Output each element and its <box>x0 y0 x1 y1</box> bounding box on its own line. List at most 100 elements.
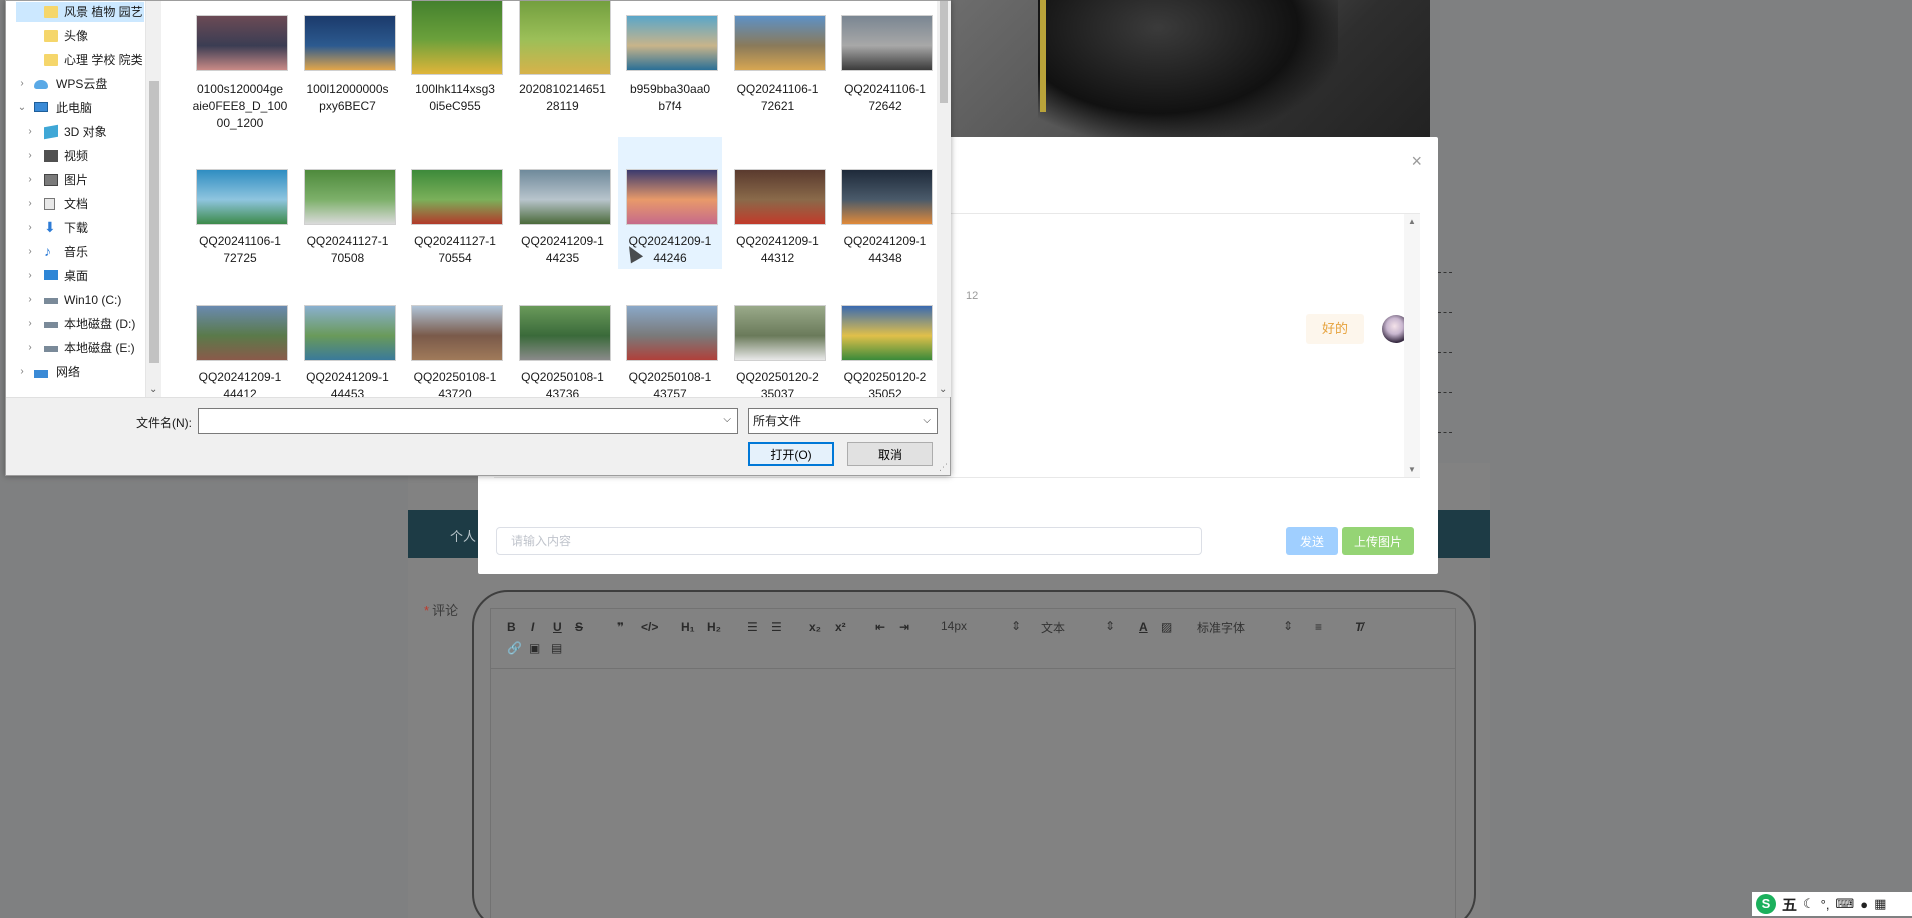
file-item[interactable]: QQ20241127-1 70554 <box>403 137 507 269</box>
nav-item[interactable]: › 本地磁盘 (D:) <box>16 314 144 334</box>
strikethrough-icon[interactable]: S <box>575 620 583 634</box>
cancel-button[interactable]: 取消 <box>847 442 933 466</box>
resize-grip-icon[interactable]: ⋰ <box>939 462 948 473</box>
upload-image-button[interactable]: 上传图片 <box>1342 527 1414 555</box>
nav-item[interactable]: › 图片 <box>16 170 144 190</box>
image-icon[interactable]: ▣ <box>529 641 540 655</box>
file-item[interactable]: QQ20241209-1 44453 <box>296 273 400 397</box>
outdent-icon[interactable]: ⇤ <box>875 620 885 634</box>
sogou-logo-icon[interactable]: S <box>1756 894 1776 914</box>
file-item[interactable]: QQ20250108-1 43757 <box>618 273 722 397</box>
file-item[interactable]: 100l12000000s pxy6BEC7 <box>296 1 400 127</box>
editor-content-area[interactable] <box>490 668 1456 918</box>
font-family-select[interactable]: 标准字体 <box>1197 619 1245 636</box>
chevron-down-icon[interactable]: ⌄ <box>149 384 157 395</box>
file-item[interactable]: QQ20241127-1 70508 <box>296 137 400 269</box>
subscript-icon[interactable]: x₂ <box>809 620 821 634</box>
text-style-select[interactable]: 文本 <box>1041 619 1065 636</box>
chevron-right-icon[interactable]: › <box>24 170 36 190</box>
file-item[interactable]: 100lhk114xsg3 0i5eC955 <box>403 1 507 127</box>
punctuation-icon[interactable]: °, <box>1821 897 1830 912</box>
nav-item[interactable]: › 桌面 <box>16 266 144 286</box>
file-item[interactable]: QQ20250120-2 35037 <box>726 273 830 397</box>
file-type-select[interactable]: 所有文件 ⌵ <box>748 408 938 434</box>
chevron-right-icon[interactable]: › <box>16 362 28 382</box>
open-button[interactable]: 打开(O) <box>748 442 834 466</box>
grid-icon[interactable]: ▦ <box>1874 896 1886 912</box>
filename-input[interactable]: ⌵ <box>198 408 738 434</box>
clear-format-icon[interactable]: T̸ <box>1355 620 1362 634</box>
ordered-list-icon[interactable]: ☰ <box>747 620 758 634</box>
align-icon[interactable]: ≡ <box>1315 620 1322 634</box>
user-icon[interactable]: ● <box>1860 897 1868 912</box>
bold-icon[interactable]: B <box>507 620 516 634</box>
chevron-right-icon[interactable]: › <box>24 122 36 142</box>
file-item[interactable]: QQ20241209-1 44348 <box>833 137 937 269</box>
link-icon[interactable]: 🔗 <box>507 641 522 655</box>
file-item[interactable]: QQ20250108-1 43736 <box>511 273 615 397</box>
tab-personal[interactable]: 个人 <box>450 526 476 545</box>
file-item[interactable]: QQ20241106-1 72621 <box>726 1 830 127</box>
chevron-down-icon[interactable]: ⌄ <box>16 98 28 118</box>
chevron-down-icon[interactable]: ⌄ <box>939 384 947 395</box>
underline-icon[interactable]: U <box>553 620 562 634</box>
navigation-pane[interactable]: 风景 植物 园艺 头像 心理 学校 院类 › WPS云盘 ⌄ 此电脑 › 3D 对象 › 视频 › 图片… <box>6 1 145 397</box>
file-item[interactable]: 0100s120004ge aie0FEE8_D_100 00_1200 <box>188 1 292 130</box>
scrollbar-thumb[interactable] <box>940 1 948 103</box>
header1-icon[interactable]: H₁ <box>681 620 695 634</box>
font-color-icon[interactable]: A <box>1139 620 1148 634</box>
chevron-right-icon[interactable]: › <box>24 218 36 238</box>
nav-item[interactable]: › Win10 (C:) <box>16 290 144 310</box>
nav-item[interactable]: › WPS云盘 <box>10 74 144 94</box>
file-list[interactable]: 0100s120004ge aie0FEE8_D_100 00_1200 100l… <box>162 1 942 397</box>
nav-item[interactable]: › 文档 <box>16 194 144 214</box>
file-list-scrollbar[interactable]: ⌄ <box>937 1 951 397</box>
nav-item[interactable]: › 3D 对象 <box>16 122 144 142</box>
moon-icon[interactable]: ☾ <box>1803 896 1815 912</box>
nav-item[interactable]: 心理 学校 院类 <box>16 50 144 70</box>
keyboard-icon[interactable]: ⌨ <box>1835 896 1854 912</box>
header2-icon[interactable]: H₂ <box>707 620 721 634</box>
nav-item[interactable]: 风景 植物 园艺 <box>16 2 144 22</box>
background-color-icon[interactable]: ▨ <box>1161 620 1172 634</box>
file-item[interactable]: b959bba30aa0 b7f4 <box>618 1 722 127</box>
nav-scrollbar[interactable]: ⌄ <box>145 1 161 397</box>
scrollbar-thumb[interactable] <box>149 81 159 363</box>
ime-mode-indicator[interactable]: 五 <box>1782 894 1797 915</box>
chat-scrollbar[interactable]: ▲ ▼ <box>1404 214 1420 477</box>
nav-item[interactable]: › 网络 <box>10 362 144 382</box>
italic-icon[interactable]: I <box>531 620 534 634</box>
code-block-icon[interactable]: </> <box>641 620 658 634</box>
chat-input[interactable] <box>496 527 1202 555</box>
blockquote-icon[interactable]: ❞ <box>617 620 624 634</box>
chevron-right-icon[interactable]: › <box>24 146 36 166</box>
chevron-right-icon[interactable]: › <box>24 338 36 358</box>
file-item[interactable]: 2020810214651 28119 <box>511 1 615 127</box>
file-item[interactable]: QQ20250108-1 43720 <box>403 273 507 397</box>
bullet-list-icon[interactable]: ☰ <box>771 620 782 634</box>
chevron-right-icon[interactable]: › <box>24 194 36 214</box>
font-size-select[interactable]: 14px <box>941 619 967 633</box>
nav-item[interactable]: › 视频 <box>16 146 144 166</box>
scroll-up-icon[interactable]: ▲ <box>1408 217 1416 226</box>
nav-item[interactable]: 头像 <box>16 26 144 46</box>
file-item[interactable]: QQ20241209-1 44235 <box>511 137 615 269</box>
chevron-right-icon[interactable]: › <box>24 314 36 334</box>
superscript-icon[interactable]: x² <box>835 620 846 634</box>
scroll-down-icon[interactable]: ▼ <box>1408 465 1416 474</box>
chevron-down-icon[interactable]: ⌵ <box>723 414 731 425</box>
nav-item[interactable]: › 本地磁盘 (E:) <box>16 338 144 358</box>
file-item[interactable]: QQ20241209-1 44312 <box>726 137 830 269</box>
file-item[interactable]: QQ20241209-1 44412 <box>188 273 292 397</box>
chevron-right-icon[interactable]: › <box>24 242 36 262</box>
file-item[interactable]: QQ20241106-1 72642 <box>833 1 937 127</box>
file-item[interactable]: QQ20250120-2 35052 <box>833 273 937 397</box>
chevron-right-icon[interactable]: › <box>24 266 36 286</box>
chevron-down-icon[interactable]: ⌵ <box>923 409 931 433</box>
indent-icon[interactable]: ⇥ <box>899 620 909 634</box>
chevron-right-icon[interactable]: › <box>24 290 36 310</box>
nav-item[interactable]: › ⬇ 下载 <box>16 218 144 238</box>
file-item[interactable]: QQ20241106-1 72725 <box>188 137 292 269</box>
send-button[interactable]: 发送 <box>1286 527 1338 555</box>
close-icon[interactable]: × <box>1411 151 1422 172</box>
